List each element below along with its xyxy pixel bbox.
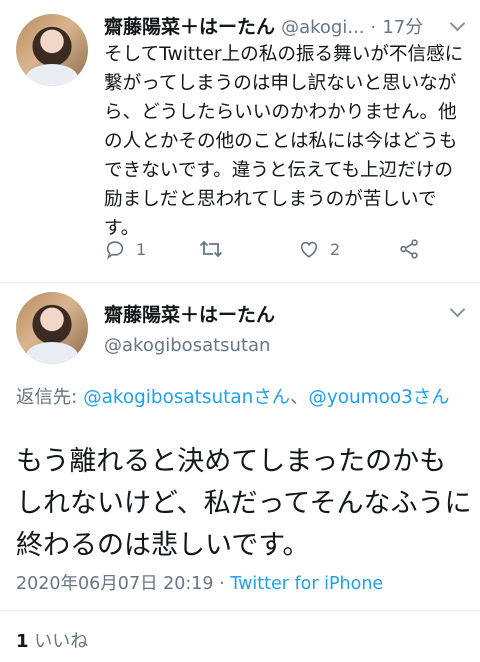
reply-separator: 、 (290, 387, 309, 408)
display-name[interactable]: 齋藤陽菜＋はーたん (104, 300, 275, 327)
chevron-down-icon[interactable] (449, 15, 466, 32)
tweet-text: もう離れると決めてしまったのかもしれないけど、私だってそんなふうに終わるのは悲し… (16, 446, 472, 561)
tweet-meta: 2020年06月07日 20:19 · Twitter for iPhone (16, 570, 383, 595)
handle[interactable]: @akogibosatsutan (104, 335, 270, 356)
retweet-button[interactable] (198, 238, 224, 260)
reply-icon (104, 238, 126, 260)
share-button[interactable] (398, 238, 420, 260)
divider (0, 282, 480, 283)
avatar[interactable] (16, 292, 88, 364)
like-button[interactable]: 2 (298, 238, 340, 260)
chevron-down-icon[interactable] (449, 301, 466, 318)
likes-count: 1 (16, 631, 29, 652)
divider (0, 610, 480, 611)
handle[interactable]: @akogi... (281, 17, 364, 38)
reply-mention-2[interactable]: @youmoo3さん (308, 387, 449, 408)
display-name[interactable]: 齋藤陽菜＋はーたん (104, 16, 275, 38)
likes-summary[interactable]: 1 いいね (16, 627, 88, 653)
separator: · (370, 17, 377, 38)
reply-context: 返信先: @akogibosatsutanさん、@youmoo3さん (16, 384, 466, 411)
avatar[interactable] (16, 14, 88, 86)
likes-label: いいね (34, 631, 89, 652)
like-count: 2 (330, 239, 341, 259)
reply-prefix: 返信先: (16, 387, 84, 408)
reply-count: 1 (136, 239, 147, 259)
tweet-actions: 1 2 (104, 234, 434, 268)
source-link[interactable]: Twitter for iPhone (230, 574, 383, 594)
reply-mention-1[interactable]: @akogibosatsutanさん (83, 387, 290, 408)
timestamp[interactable]: 2020年06月07日 20:19 (16, 574, 214, 594)
tweet-header: 齋藤陽菜＋はーたん @akogi... · 17分 (104, 12, 423, 39)
timestamp[interactable]: 17分 (382, 17, 423, 38)
heart-icon (298, 238, 320, 260)
retweet-icon (198, 238, 224, 260)
reply-button[interactable]: 1 (104, 238, 146, 260)
tweet-text: そしてTwitter上の私の振る舞いが不信感に繋がってしまうのは申し訳ないと思い… (104, 44, 464, 239)
meta-separator: · (213, 574, 231, 594)
share-icon (398, 238, 420, 260)
